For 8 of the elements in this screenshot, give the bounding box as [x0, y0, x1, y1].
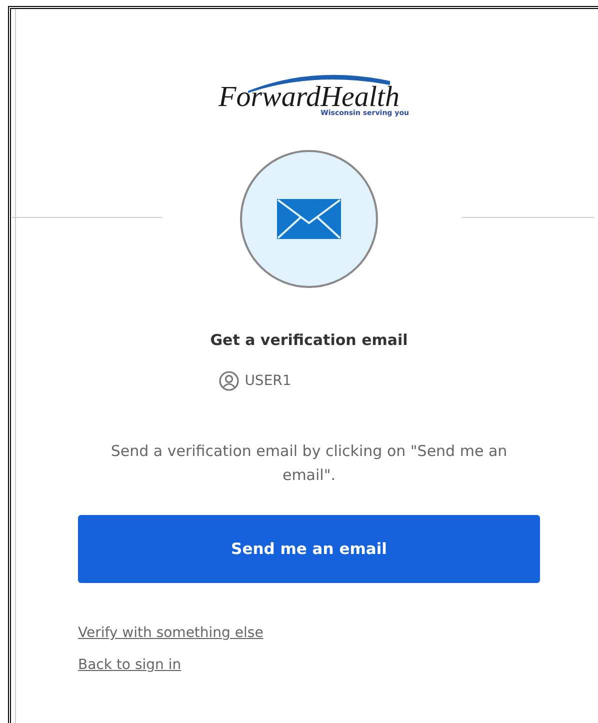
link[interactable]: Back to sign in: [78, 657, 182, 673]
link[interactable]: Verify with something else: [78, 625, 264, 641]
envelope-icon: [277, 199, 341, 239]
username-label: USER1: [244, 373, 292, 389]
user-icon: [218, 371, 239, 391]
page-title: Get a verification email: [210, 331, 408, 349]
send-email-button[interactable]: Send me an email: [78, 515, 540, 583]
instruction-text: Send a verification email by clicking on "Send me an email".: [110, 441, 508, 486]
